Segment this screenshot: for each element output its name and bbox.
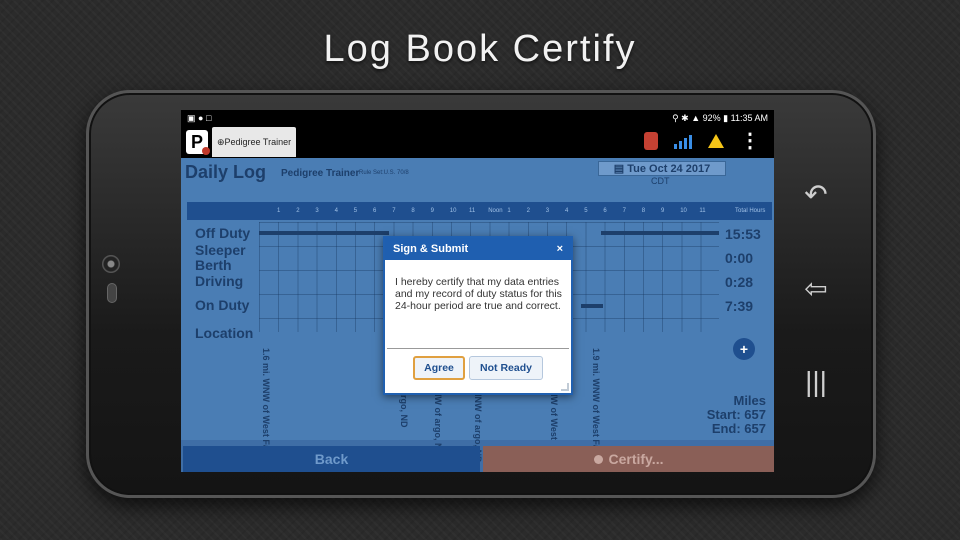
total-on-duty: 7:39 — [725, 298, 754, 314]
hour-tick-label: 10 — [680, 208, 687, 214]
slide-title: Log Book Certify — [323, 28, 637, 70]
footer-actions: Back Certify... — [181, 446, 774, 472]
row-label-on-duty: On Duty — [195, 297, 250, 313]
add-location-button[interactable]: + — [733, 338, 755, 360]
dialog-actions: Agree Not Ready — [385, 349, 571, 380]
hour-scale: Total Hours 1 2 3 4 5 6 7 8 9 10 11 Noon 1 2 3 4 5 6 7 8 9 10… — [187, 202, 772, 220]
clock: 11:35 AM — [730, 112, 768, 123]
status-right: ⚲ ✱ ▲ 92% ▮ 11:35 AM — [672, 113, 768, 124]
off-duty-segment — [601, 231, 719, 235]
hour-tick-label: 11 — [699, 208, 706, 214]
log-date: Tue Oct 24 2017 — [627, 163, 711, 175]
sign-submit-dialog: Sign & Submit × I hereby certify that my… — [383, 236, 573, 395]
row-label-driving: Driving — [195, 273, 244, 289]
dialog-message: I hereby certify that my data entries an… — [395, 276, 562, 312]
home-icon[interactable]: ⇦ — [796, 272, 836, 305]
off-duty-segment — [259, 231, 389, 235]
hour-tick-label: 2 — [296, 208, 300, 214]
hour-tick-label: 1 — [507, 208, 511, 214]
hour-tick-label: 7 — [392, 208, 396, 214]
miles-label: Miles — [733, 393, 766, 408]
back-arrow-icon[interactable]: ↶ — [796, 178, 836, 211]
certify-button[interactable]: Certify... — [483, 446, 774, 472]
hour-tick-label: 1 — [277, 208, 281, 214]
driver-name: Pedigree Trainer — [281, 168, 360, 179]
total-sleeper: 0:00 — [725, 250, 754, 266]
hour-tick-label: 9 — [430, 208, 434, 214]
app-bar: P ⊕Pedigree Trainer ⋮ — [181, 126, 774, 158]
location-entry: argo, ND — [399, 390, 409, 428]
hour-tick-label: 6 — [373, 208, 377, 214]
miles-start: Start: 657 — [706, 407, 766, 422]
hour-tick-label: 7 — [622, 208, 626, 214]
signal-strength-icon[interactable] — [674, 133, 692, 149]
on-duty-segment — [581, 304, 603, 308]
app-logo: P — [186, 130, 210, 155]
blocked-device-icon[interactable] — [644, 132, 658, 150]
row-label-sleeper: Sleeper Berth — [195, 242, 246, 273]
device-screen: ▣ ● □ ⚲ ✱ ▲ 92% ▮ 11:35 AM P ⊕Pedigree T… — [181, 110, 774, 472]
hour-tick-label: 5 — [584, 208, 588, 214]
overflow-menu-icon[interactable]: ⋮ — [740, 131, 760, 151]
camera-lens — [102, 255, 120, 273]
notification-icons: ▣ ● □ — [187, 112, 212, 123]
tab-pedigree-trainer[interactable]: ⊕Pedigree Trainer — [212, 127, 297, 157]
agree-button[interactable]: Agree — [413, 356, 465, 380]
android-status-bar: ▣ ● □ ⚲ ✱ ▲ 92% ▮ 11:35 AM — [181, 110, 774, 126]
warning-icon[interactable] — [708, 134, 724, 148]
hour-tick-label: 11 — [469, 208, 476, 214]
hour-tick-label: 8 — [411, 208, 415, 214]
hour-tick-label: 6 — [603, 208, 607, 214]
dialog-header: Sign & Submit × — [385, 238, 571, 260]
battery-icon: ▮ — [723, 112, 729, 123]
battery-level: 92% — [702, 112, 721, 123]
page-title: Daily Log — [185, 162, 267, 182]
location-entry: NW of West — [549, 390, 559, 440]
location-label: Location — [195, 325, 254, 341]
miles-summary: Miles Start: 657 End: 657 — [707, 394, 766, 436]
hour-tick-label: 8 — [641, 208, 646, 214]
hour-tick-label: 4 — [565, 208, 569, 214]
hour-tick-label: 4 — [334, 208, 338, 214]
hour-tick-label: 2 — [526, 208, 530, 214]
check-icon — [593, 454, 603, 464]
total-driving: 0:28 — [725, 274, 754, 290]
rule-set: Rule Set:U.S. 70/8 — [359, 170, 409, 176]
back-button[interactable]: Back — [183, 446, 480, 472]
hour-tick-label: 3 — [545, 208, 550, 214]
resize-handle-icon[interactable] — [561, 383, 569, 391]
close-icon[interactable]: × — [557, 243, 563, 255]
app-bar-icons: ⋮ — [644, 131, 760, 151]
date-picker[interactable]: ▤ Tue Oct 24 2017 — [598, 161, 726, 176]
phone-sensor — [107, 283, 117, 303]
certify-label: Certify... — [608, 451, 664, 467]
hour-tick-label: Noon — [488, 208, 503, 214]
total-hours-label: Total Hours — [735, 208, 766, 214]
hour-tick-label: 9 — [661, 208, 665, 214]
system-icons: ⚲ ✱ ▲ — [672, 112, 703, 123]
dialog-title: Sign & Submit — [393, 243, 469, 255]
calendar-icon: ▤ — [613, 163, 625, 175]
timezone: CDT — [651, 176, 670, 186]
hour-tick-label: 3 — [315, 208, 319, 214]
miles-end: End: 657 — [711, 421, 766, 436]
not-ready-button[interactable]: Not Ready — [469, 356, 543, 380]
recent-apps-icon[interactable]: ||| — [796, 366, 836, 398]
hour-tick-label: 5 — [353, 208, 358, 214]
hour-tick-label: 10 — [449, 208, 457, 214]
total-off-duty: 15:53 — [725, 226, 761, 242]
row-label-off-duty: Off Duty — [195, 225, 251, 241]
